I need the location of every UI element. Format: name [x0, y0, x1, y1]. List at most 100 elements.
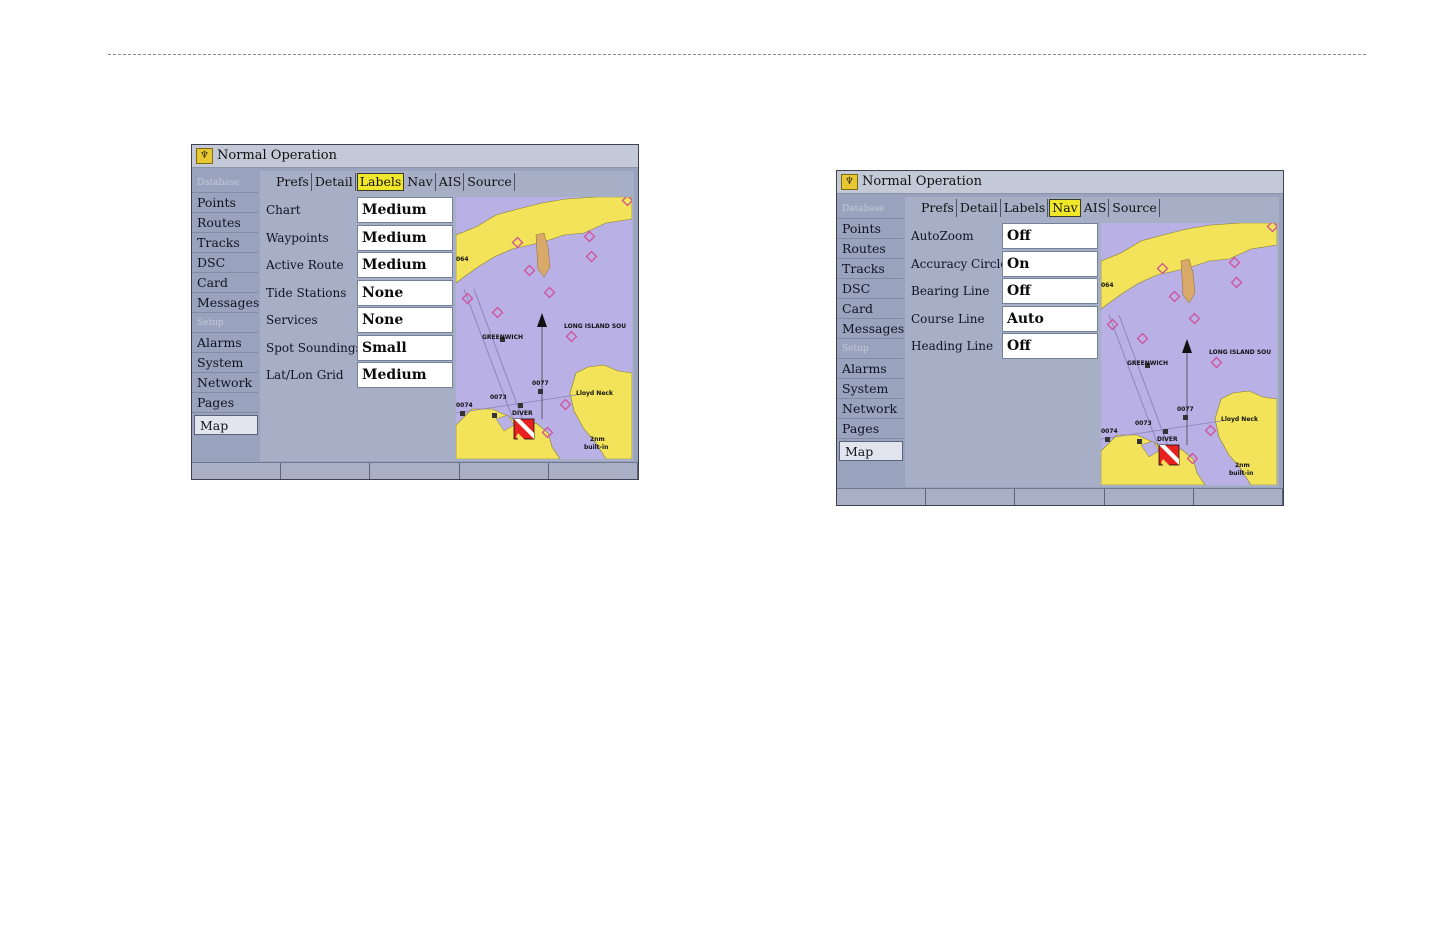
softkey-3[interactable]	[1015, 489, 1105, 505]
tab-nav[interactable]: Nav	[1049, 199, 1081, 217]
tab-prefs[interactable]: Prefs	[919, 199, 957, 217]
tab-detail[interactable]: Detail	[958, 199, 1001, 217]
setting-label: Lat/Lon Grid	[266, 368, 344, 382]
setting-row: Spot Soundings Small	[260, 334, 455, 363]
sidebar-item-map[interactable]: Map	[194, 415, 258, 435]
app-logo-icon: ♆	[841, 174, 858, 190]
sidebar-item-alarms[interactable]: Alarms	[192, 333, 258, 353]
setting-label: Spot Soundings	[266, 340, 362, 355]
softkey-5[interactable]	[1194, 489, 1283, 505]
screen-nav: ♆ Normal Operation Database Points Route…	[836, 170, 1284, 506]
settings-list: Chart Medium Waypoints Medium Active Rou…	[260, 197, 455, 390]
label-diver: DIVER	[512, 410, 533, 417]
label-zoom-scale: 2nm	[1235, 462, 1250, 469]
window-title: Normal Operation	[217, 148, 338, 163]
sidebar-item-pages[interactable]: Pages	[192, 393, 258, 413]
sidebar-item-network[interactable]: Network	[192, 373, 258, 393]
setting-label: Accuracy Circle	[911, 256, 1008, 271]
sidebar-item-dsc[interactable]: DSC	[192, 253, 258, 273]
label-lloyd-neck: Lloyd Neck	[1221, 416, 1259, 423]
softkey-1[interactable]	[837, 489, 927, 505]
label-wp-0074: 0074	[456, 402, 473, 409]
setting-value-lat-lon-grid[interactable]: Medium	[357, 362, 453, 388]
sidebar-item-card[interactable]: Card	[837, 299, 903, 319]
setting-value-heading-line[interactable]: Off	[1002, 333, 1098, 359]
setting-value-tide-stations[interactable]: None	[357, 279, 453, 306]
sidebar-header-database: Database	[837, 199, 903, 219]
sidebar-item-pages[interactable]: Pages	[837, 419, 903, 439]
setting-value-waypoints[interactable]: Medium	[357, 224, 453, 251]
sidebar-item-alarms[interactable]: Alarms	[837, 359, 903, 379]
setting-row: Bearing Line Off	[905, 278, 1100, 306]
tab-ais[interactable]: AIS	[1082, 199, 1110, 217]
softkey-2[interactable]	[926, 489, 1016, 505]
setting-value-services[interactable]: None	[357, 307, 453, 333]
softkey-1[interactable]	[192, 463, 282, 479]
sidebar: Database Points Routes Tracks DSC Card M…	[837, 199, 904, 461]
setting-label: Heading Line	[911, 339, 994, 353]
setting-label: Waypoints	[266, 230, 329, 245]
setting-row: Waypoints Medium	[260, 224, 455, 253]
sidebar-item-routes[interactable]: Routes	[837, 239, 903, 259]
tab-source[interactable]: Source	[1110, 199, 1160, 217]
sidebar-item-network[interactable]: Network	[837, 399, 903, 419]
setting-label: Bearing Line	[911, 284, 990, 298]
setting-value-chart[interactable]: Medium	[357, 197, 453, 223]
label-wp-0077: 0077	[532, 380, 549, 387]
setting-value-active-route[interactable]: Medium	[357, 252, 453, 278]
sidebar: Database Points Routes Tracks DSC Card M…	[192, 173, 259, 435]
softkey-3[interactable]	[370, 463, 460, 479]
tab-prefs[interactable]: Prefs	[274, 173, 312, 191]
page-header-rule	[108, 54, 1366, 55]
app-logo-icon: ♆	[196, 148, 213, 164]
setting-value-autozoom[interactable]: Off	[1002, 223, 1098, 249]
sidebar-item-tracks[interactable]: Tracks	[192, 233, 258, 253]
softkey-5[interactable]	[549, 463, 638, 479]
setting-row: Lat/Lon Grid Medium	[260, 362, 455, 390]
label-builtin: built-in	[1229, 470, 1253, 477]
label-long-island-sound: LONG ISLAND SOU	[1209, 349, 1271, 356]
label-wp-064: 064	[1101, 282, 1114, 289]
setting-label: Chart	[266, 203, 301, 217]
setting-value-accuracy-circle[interactable]: On	[1002, 250, 1098, 277]
setting-value-bearing-line[interactable]: Off	[1002, 278, 1098, 304]
sidebar-item-messages[interactable]: Messages	[192, 293, 259, 313]
title-bar: ♆ Normal Operation	[192, 145, 638, 168]
softkey-2[interactable]	[281, 463, 371, 479]
setting-value-spot-soundings[interactable]: Small	[357, 334, 453, 361]
label-zoom-scale: 2nm	[590, 436, 605, 443]
sidebar-item-system[interactable]: System	[837, 379, 903, 399]
sidebar-header-setup: Setup	[192, 313, 258, 333]
sidebar-header-setup: Setup	[837, 339, 903, 359]
map-preview[interactable]: GREENWICH LONG ISLAND SOU Lloyd Neck 2nm…	[456, 197, 632, 459]
sidebar-item-dsc[interactable]: DSC	[837, 279, 903, 299]
label-wp-064: 064	[456, 256, 469, 263]
sidebar-item-routes[interactable]: Routes	[192, 213, 258, 233]
tab-source[interactable]: Source	[465, 173, 515, 191]
settings-panel: Prefs Detail Labels Nav AIS Source AutoZ…	[905, 197, 1279, 487]
setting-row: Chart Medium	[260, 197, 455, 225]
sidebar-item-points[interactable]: Points	[837, 219, 903, 239]
sidebar-item-map[interactable]: Map	[839, 441, 903, 461]
softkey-bar	[837, 488, 1283, 505]
tab-labels[interactable]: Labels	[1002, 199, 1049, 217]
setting-label: Services	[266, 313, 318, 327]
setting-value-course-line[interactable]: Auto	[1002, 305, 1098, 332]
sidebar-item-card[interactable]: Card	[192, 273, 258, 293]
tab-nav[interactable]: Nav	[405, 173, 436, 191]
label-wp-0077: 0077	[1177, 406, 1194, 413]
label-diver: DIVER	[1157, 436, 1178, 443]
sidebar-item-points[interactable]: Points	[192, 193, 258, 213]
label-wp-0073: 0073	[490, 394, 507, 401]
tab-labels[interactable]: Labels	[356, 173, 405, 191]
softkey-4[interactable]	[460, 463, 549, 479]
title-bar: ♆ Normal Operation	[837, 171, 1283, 194]
label-builtin: built-in	[584, 444, 608, 451]
sidebar-item-system[interactable]: System	[192, 353, 258, 373]
softkey-4[interactable]	[1105, 489, 1194, 505]
map-preview[interactable]: GREENWICH LONG ISLAND SOU Lloyd Neck 2nm…	[1101, 223, 1277, 485]
tab-ais[interactable]: AIS	[437, 173, 465, 191]
sidebar-item-tracks[interactable]: Tracks	[837, 259, 903, 279]
sidebar-item-messages[interactable]: Messages	[837, 319, 904, 339]
tab-detail[interactable]: Detail	[313, 173, 356, 191]
